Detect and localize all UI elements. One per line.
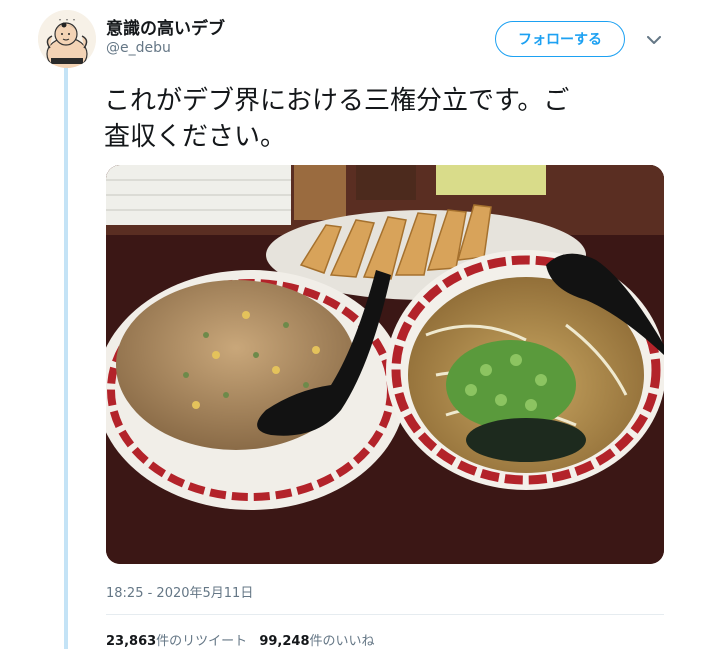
retweet-stat[interactable]: 23,863件のリツイート <box>106 634 247 649</box>
thread-line <box>64 66 68 649</box>
divider <box>106 614 664 615</box>
food-photo <box>106 165 664 564</box>
tweet-text: これがデブ界における三権分立です。ご 査収ください。 <box>104 83 684 155</box>
follow-button[interactable]: フォローする <box>495 21 625 57</box>
like-count: 99,248 <box>259 634 310 649</box>
retweet-count: 23,863 <box>106 634 157 649</box>
tweet-text-line2: 査収ください。 <box>104 122 287 152</box>
tweet-photo[interactable] <box>106 165 664 564</box>
retweet-label: 件のリツイート <box>156 634 248 649</box>
more-options-button[interactable] <box>644 30 664 50</box>
tweet-timestamp[interactable]: 18:25 - 2020年5月11日 <box>106 582 253 601</box>
tweet-text-line1: これがデブ界における三権分立です。ご <box>104 86 570 116</box>
sumo-wrestler-avatar-icon: ・・・ <box>38 10 96 68</box>
avatar[interactable]: ・・・ <box>38 10 96 68</box>
tweet-stats: 23,863件のリツイート 99,248件のいいね <box>106 630 383 649</box>
username[interactable]: @e_debu <box>106 40 171 56</box>
display-name[interactable]: 意識の高いデブ <box>106 14 225 39</box>
chevron-down-icon <box>647 35 661 44</box>
like-stat[interactable]: 99,248件のいいね <box>259 634 374 649</box>
like-label: 件のいいね <box>309 634 375 649</box>
